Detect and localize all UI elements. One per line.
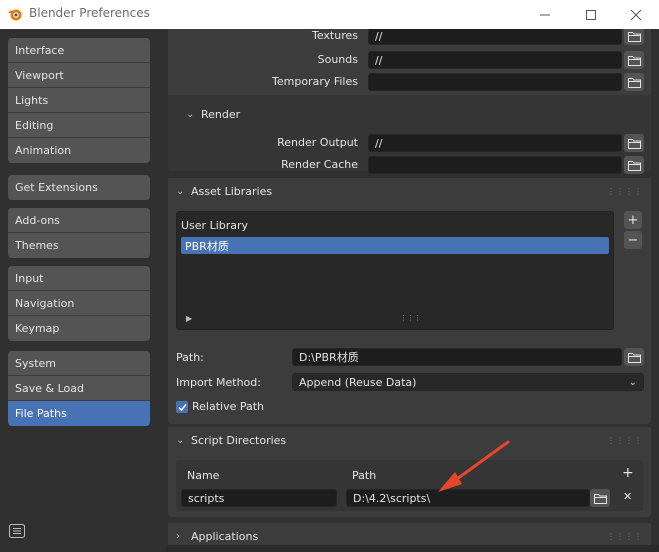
chevron-down-icon: ⌄ bbox=[628, 376, 637, 388]
folder-icon bbox=[627, 31, 641, 42]
preferences-sidebar: Interface Viewport Lights Editing Animat… bbox=[0, 29, 160, 552]
data-panel: Textures // Sounds // Temporary Files ⌄ … bbox=[168, 29, 651, 174]
drag-grip-icon[interactable]: ⋮⋮⋮⋮ bbox=[607, 436, 643, 445]
sidebar-item-add-ons[interactable]: Add-ons bbox=[8, 208, 150, 233]
applications-header-label: Applications bbox=[191, 529, 259, 543]
sidebar-item-get-extensions[interactable]: Get Extensions bbox=[8, 175, 150, 200]
list-item-selected[interactable]: PBR材质 bbox=[181, 237, 609, 254]
maximize-icon bbox=[586, 9, 596, 20]
textures-label: Textures bbox=[312, 29, 358, 42]
sidebar-item-system[interactable]: System bbox=[8, 351, 150, 376]
window-titlebar: Blender Preferences bbox=[0, 0, 659, 29]
sounds-path-field[interactable]: // bbox=[368, 51, 622, 69]
list-resize-grip-icon[interactable]: ⋮⋮⋮ bbox=[400, 314, 421, 322]
sidebar-item-save-load[interactable]: Save & Load bbox=[8, 376, 150, 401]
sidebar-item-themes[interactable]: Themes bbox=[8, 233, 150, 258]
blender-logo-icon bbox=[8, 9, 22, 21]
textures-path-field[interactable]: // bbox=[368, 29, 622, 45]
temporary-files-label: Temporary Files bbox=[272, 75, 358, 88]
temporary-files-browse-button[interactable] bbox=[624, 73, 644, 91]
sidebar-item-file-paths[interactable]: File Paths bbox=[8, 401, 150, 426]
remove-script-directory-button[interactable]: ✕ bbox=[623, 490, 632, 503]
folder-icon bbox=[627, 138, 641, 149]
add-library-button[interactable]: + bbox=[624, 211, 642, 229]
folder-icon bbox=[627, 55, 641, 66]
import-method-select[interactable]: Append (Reuse Data) ⌄ bbox=[292, 373, 644, 391]
nav-group-addons: Add-ons Themes bbox=[8, 208, 150, 258]
script-directories-header-label: Script Directories bbox=[191, 433, 287, 447]
asset-libraries-header-label: Asset Libraries bbox=[191, 184, 273, 198]
drag-grip-icon[interactable]: ⋮⋮⋮⋮ bbox=[607, 187, 643, 196]
library-path-field[interactable]: D:\PBR材质 bbox=[292, 348, 622, 366]
folder-icon bbox=[627, 160, 641, 171]
bottom-edge bbox=[166, 545, 659, 552]
nav-group-display: Interface Viewport Lights Editing Animat… bbox=[8, 38, 150, 163]
checkmark-icon bbox=[177, 403, 187, 411]
sidebar-item-navigation[interactable]: Navigation bbox=[8, 291, 150, 316]
script-directory-name-field[interactable]: scripts bbox=[181, 489, 337, 507]
asset-libraries-header[interactable]: ⌄ Asset Libraries ⋮⋮⋮⋮ bbox=[168, 178, 651, 204]
close-button[interactable] bbox=[613, 0, 659, 29]
path-label: Path: bbox=[176, 351, 204, 364]
add-script-directory-button[interactable]: + bbox=[622, 465, 634, 481]
script-directory-browse-button[interactable] bbox=[590, 489, 610, 507]
sidebar-item-input[interactable]: Input bbox=[8, 266, 150, 291]
hamburger-menu-icon[interactable] bbox=[9, 524, 25, 538]
column-header-name: Name bbox=[187, 469, 220, 482]
relative-path-checkbox[interactable] bbox=[176, 401, 188, 413]
minimize-icon bbox=[540, 14, 550, 15]
temporary-files-field[interactable] bbox=[368, 73, 622, 91]
library-path-browse-button[interactable] bbox=[624, 348, 644, 366]
sidebar-item-editing[interactable]: Editing bbox=[8, 113, 150, 138]
list-filter-toggle-icon[interactable]: ▶ bbox=[186, 314, 192, 323]
chevron-down-icon: ⌄ bbox=[186, 108, 195, 120]
folder-icon bbox=[627, 352, 641, 363]
preferences-main: Textures // Sounds // Temporary Files ⌄ … bbox=[160, 29, 659, 552]
nav-group-system: System Save & Load File Paths bbox=[8, 351, 150, 426]
import-method-label: Import Method: bbox=[176, 376, 261, 389]
sidebar-item-interface[interactable]: Interface bbox=[8, 38, 150, 63]
render-cache-label: Render Cache bbox=[281, 158, 358, 171]
render-output-field[interactable]: // bbox=[368, 134, 622, 152]
remove-library-button[interactable]: − bbox=[624, 231, 642, 249]
render-subpanel-header[interactable]: ⌄ Render bbox=[186, 105, 240, 123]
sounds-browse-button[interactable] bbox=[624, 51, 644, 69]
chevron-down-icon: ⌄ bbox=[176, 434, 185, 446]
render-output-browse-button[interactable] bbox=[624, 134, 644, 152]
script-directory-path-field[interactable]: D:\4.2\scripts\ bbox=[346, 489, 590, 507]
asset-libraries-panel: ⌄ Asset Libraries ⋮⋮⋮⋮ User Library PBR材… bbox=[168, 178, 651, 424]
minimize-button[interactable] bbox=[522, 0, 568, 29]
folder-icon bbox=[593, 493, 607, 504]
sidebar-item-animation[interactable]: Animation bbox=[8, 138, 150, 163]
nav-group-extensions: Get Extensions bbox=[8, 175, 150, 200]
import-method-value: Append (Reuse Data) bbox=[299, 375, 417, 389]
chevron-right-icon: › bbox=[176, 530, 180, 542]
textures-browse-button[interactable] bbox=[624, 29, 644, 45]
render-cache-field[interactable] bbox=[368, 156, 622, 174]
folder-icon bbox=[627, 77, 641, 88]
relative-path-label[interactable]: Relative Path bbox=[192, 400, 264, 413]
chevron-down-icon: ⌄ bbox=[176, 185, 185, 197]
render-header-label: Render bbox=[201, 107, 241, 121]
render-cache-browse-button[interactable] bbox=[624, 156, 644, 174]
script-directories-panel: ⌄ Script Directories ⋮⋮⋮⋮ Name Path + sc… bbox=[168, 427, 651, 517]
list-item[interactable]: User Library bbox=[181, 219, 248, 232]
sidebar-item-keymap[interactable]: Keymap bbox=[8, 316, 150, 341]
column-header-path: Path bbox=[352, 469, 377, 482]
drag-grip-icon[interactable]: ⋮⋮⋮⋮ bbox=[607, 532, 643, 541]
sidebar-item-viewport[interactable]: Viewport bbox=[8, 63, 150, 88]
close-icon bbox=[630, 9, 642, 20]
render-output-label: Render Output bbox=[277, 136, 358, 149]
window-title: Blender Preferences bbox=[29, 6, 150, 20]
sounds-label: Sounds bbox=[317, 53, 358, 66]
sidebar-item-lights[interactable]: Lights bbox=[8, 88, 150, 113]
script-directories-header[interactable]: ⌄ Script Directories ⋮⋮⋮⋮ bbox=[168, 427, 651, 453]
nav-group-input: Input Navigation Keymap bbox=[8, 266, 150, 341]
maximize-button[interactable] bbox=[568, 0, 614, 29]
